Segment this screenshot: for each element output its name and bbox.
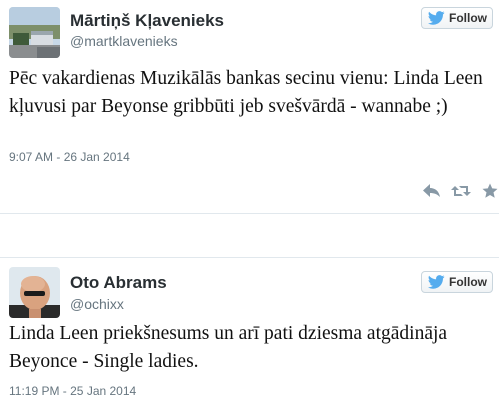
author-name[interactable]: Mārtiņš Kļavenieks [70,11,224,31]
tweet-card: Mārtiņš Kļavenieks @martklavenieks Follo… [0,0,499,214]
twitter-bird-icon [428,11,445,25]
follow-label: Follow [449,11,487,25]
twitter-bird-icon [428,275,445,289]
follow-label: Follow [449,275,487,289]
retweet-icon[interactable] [450,183,472,199]
author-name[interactable]: Oto Abrams [70,273,167,293]
tweet-text: Pēc vakardienas Muzikālās bankas secinu … [9,68,483,117]
tweet-timestamp[interactable]: 11:19 PM - 25 Jan 2014 [9,384,136,398]
tweet-actions [421,183,499,199]
favorite-icon[interactable] [479,183,499,199]
tweet-timestamp[interactable]: 9:07 AM - 26 Jan 2014 [9,150,130,164]
tweet-card: Oto Abrams @ochixx Follow Linda Leen pri… [0,257,499,400]
avatar[interactable] [9,267,60,318]
follow-button[interactable]: Follow [421,271,493,293]
author-handle[interactable]: @ochixx [70,296,124,312]
author-handle[interactable]: @martklavenieks [70,33,178,49]
reply-icon[interactable] [421,183,443,199]
tweet-text: Linda Leen priekšnesums un arī pati dzie… [9,323,448,372]
avatar[interactable] [9,7,60,58]
follow-button[interactable]: Follow [421,7,493,29]
